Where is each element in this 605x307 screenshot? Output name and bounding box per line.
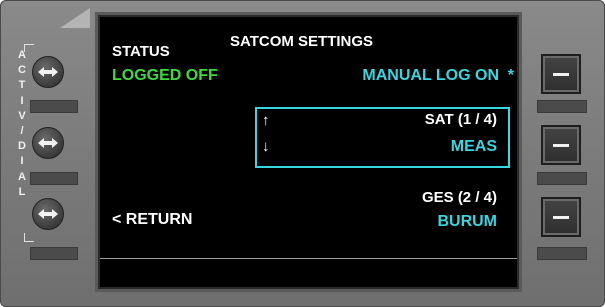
side-letter: A xyxy=(18,170,26,183)
side-letter: C xyxy=(18,64,26,77)
double-arrow-horizontal-icon xyxy=(38,209,58,219)
left-slot-1 xyxy=(30,100,78,113)
ges-value[interactable]: BURUM xyxy=(437,213,497,231)
bracket-top xyxy=(24,44,34,45)
bracket-bottom-vertical xyxy=(24,233,25,241)
double-arrow-horizontal-icon xyxy=(38,67,58,77)
side-letter: V xyxy=(18,109,26,122)
sat-value[interactable]: MEAS xyxy=(451,138,497,156)
ges-label: GES (2 / 4) xyxy=(421,189,497,206)
bezel-corner xyxy=(60,8,90,28)
side-letter: D xyxy=(18,140,26,153)
right-lsk-1[interactable] xyxy=(541,54,581,94)
double-arrow-horizontal-icon xyxy=(38,138,58,148)
left-knob-2[interactable] xyxy=(32,127,64,159)
device-bezel: A C T I V / D I A L SATCOM SETTINGS STAT… xyxy=(0,0,605,307)
side-letter: T xyxy=(18,79,26,92)
selection-marker: * xyxy=(507,67,514,84)
left-knob-3[interactable] xyxy=(32,198,64,230)
dash-icon xyxy=(553,143,569,147)
side-letter: I xyxy=(20,94,24,107)
left-knob-1[interactable] xyxy=(32,56,64,88)
status-value: LOGGED OFF xyxy=(112,67,218,84)
right-slot-3 xyxy=(537,247,587,260)
display-screen: SATCOM SETTINGS STATUS LOGGED OFF MANUAL… xyxy=(98,15,519,289)
side-letter: / xyxy=(20,125,24,138)
right-lsk-3[interactable] xyxy=(541,197,581,237)
left-slot-2 xyxy=(30,172,78,185)
down-arrow-icon: ↓ xyxy=(262,138,270,155)
dash-icon xyxy=(553,72,569,76)
left-slot-3 xyxy=(30,247,78,260)
scratchpad-divider xyxy=(100,258,517,259)
return-option[interactable]: < RETURN xyxy=(112,211,192,229)
right-lsk-2[interactable] xyxy=(541,125,581,165)
sat-label: SAT (1 / 4) xyxy=(424,111,497,128)
right-slot-1 xyxy=(537,100,587,113)
page-title: SATCOM SETTINGS xyxy=(230,33,374,50)
status-label: STATUS xyxy=(112,43,170,60)
dash-icon xyxy=(553,215,569,219)
side-letter: I xyxy=(20,155,24,168)
up-arrow-icon: ↑ xyxy=(262,112,270,129)
manual-logon-option[interactable]: MANUAL LOG ON xyxy=(362,67,499,85)
right-slot-2 xyxy=(537,172,587,185)
side-letter: A xyxy=(18,49,26,61)
side-letter: L xyxy=(18,185,26,198)
activ-dial-label: A C T I V / D I A L xyxy=(15,48,29,200)
bracket-bottom xyxy=(24,241,34,242)
